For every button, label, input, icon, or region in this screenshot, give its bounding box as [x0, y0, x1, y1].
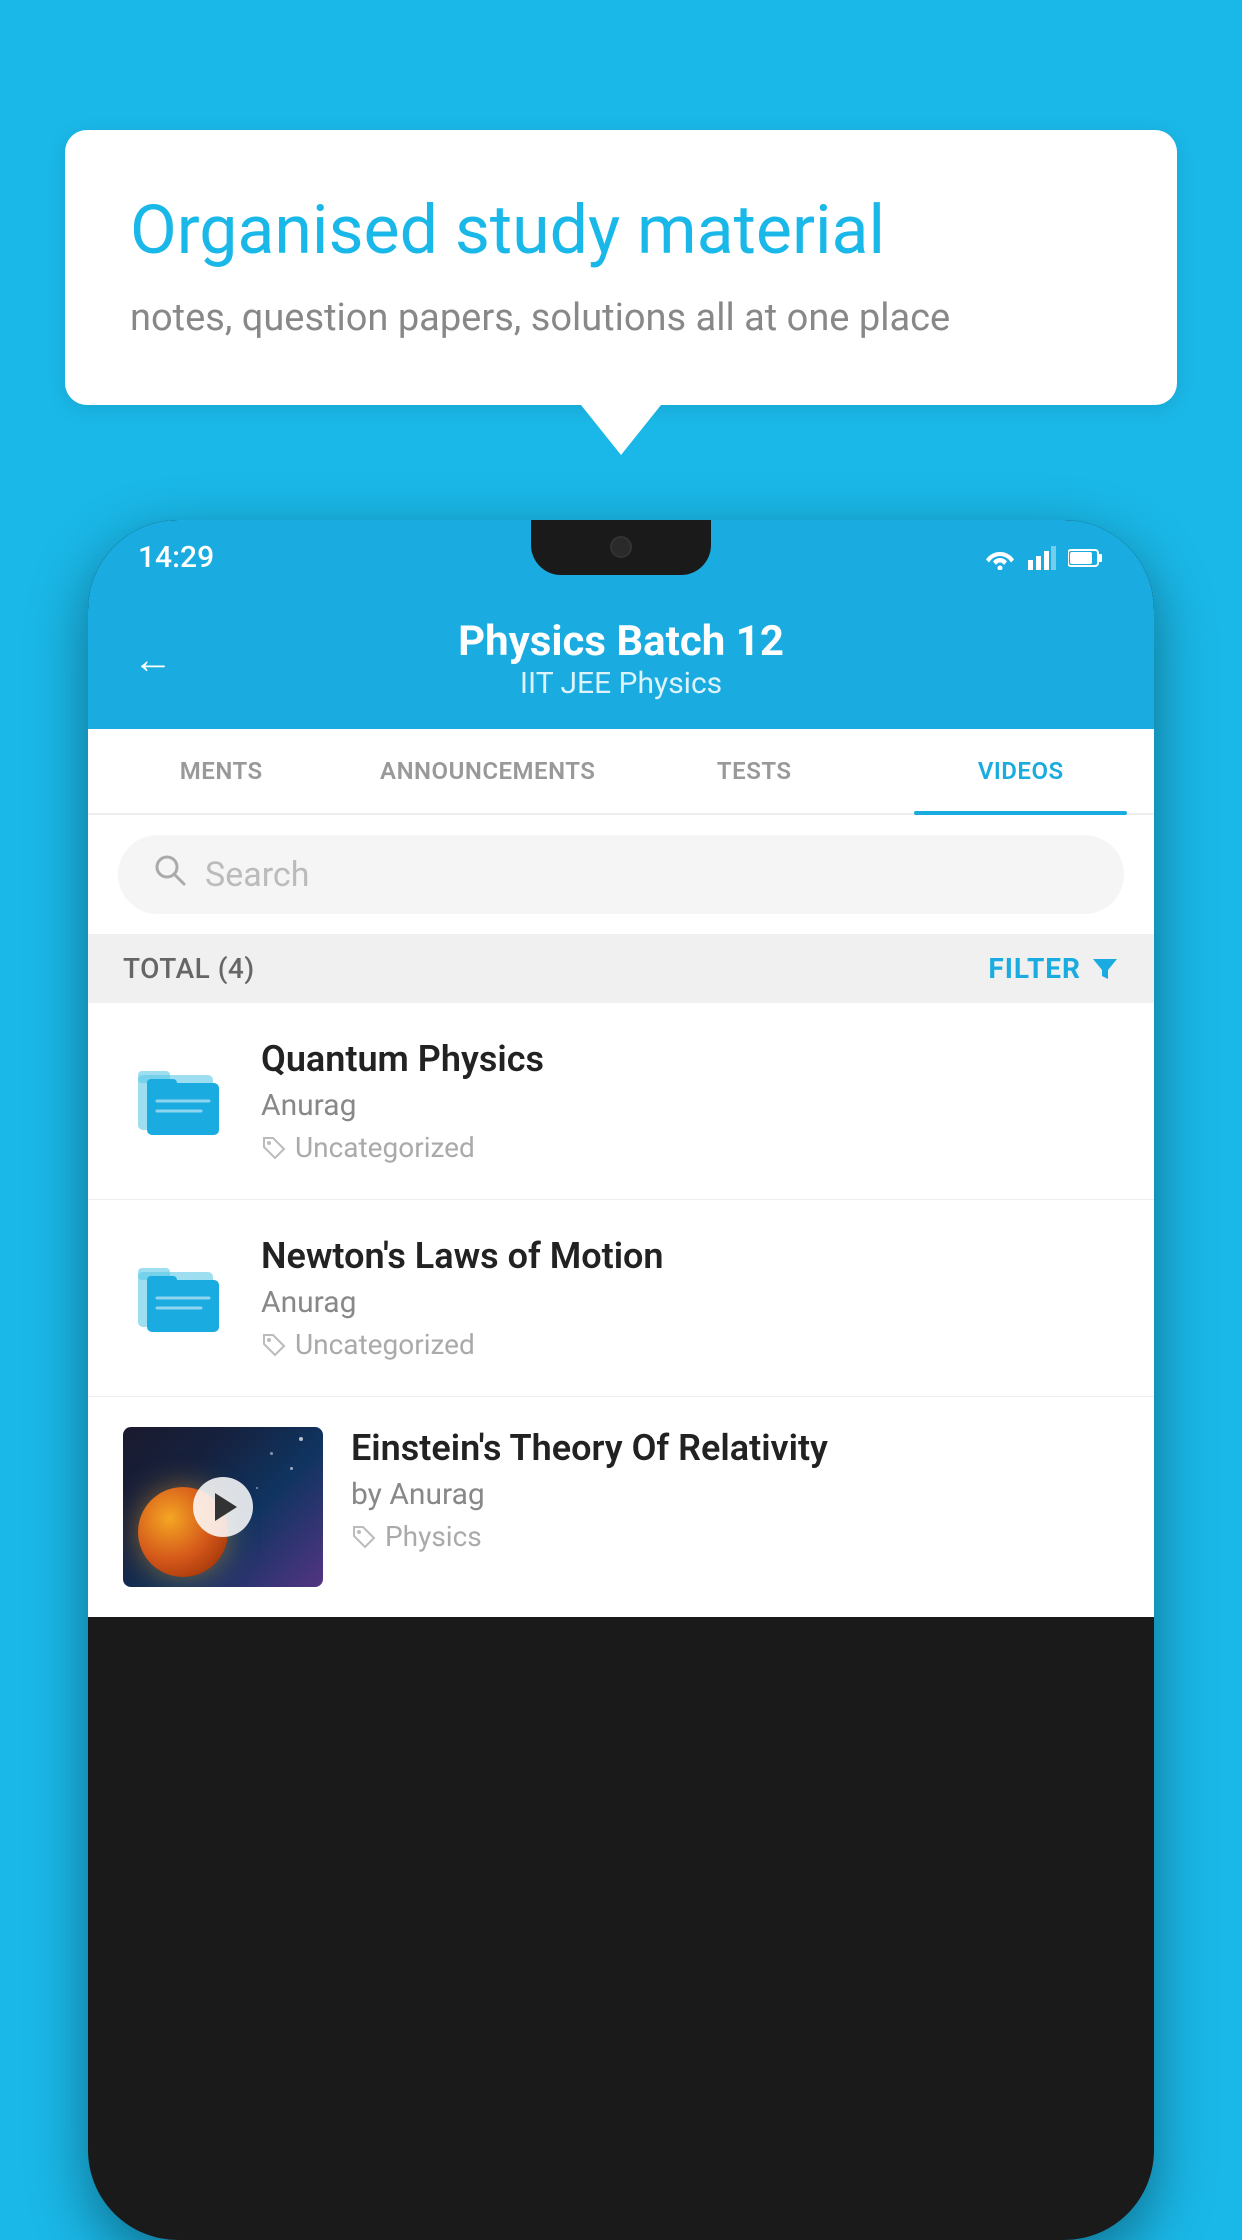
filter-button[interactable]: FILTER: [988, 952, 1119, 985]
phone-notch: [531, 520, 711, 575]
battery-icon: [1068, 548, 1104, 568]
search-input-wrap[interactable]: Search: [118, 835, 1124, 914]
folder-icon: [123, 1240, 233, 1350]
signal-icon: [1028, 546, 1056, 570]
tag-icon: [261, 1332, 287, 1358]
total-count: TOTAL (4): [123, 952, 255, 985]
filter-bar: TOTAL (4) FILTER: [88, 934, 1154, 1003]
tab-announcements[interactable]: ANNOUNCEMENTS: [355, 729, 622, 813]
tab-tests[interactable]: TESTS: [621, 729, 888, 813]
status-time: 14:29: [138, 540, 214, 575]
list-item[interactable]: Newton's Laws of Motion Anurag Uncategor…: [88, 1200, 1154, 1397]
speech-bubble-title: Organised study material: [130, 190, 1112, 272]
tab-bar: MENTS ANNOUNCEMENTS TESTS VIDEOS: [88, 729, 1154, 815]
video-info: Quantum Physics Anurag Uncategorized: [261, 1038, 1119, 1164]
speech-bubble-container: Organised study material notes, question…: [65, 130, 1177, 455]
top-bar-text: Physics Batch 12 IIT JEE Physics: [458, 617, 784, 701]
list-item[interactable]: Quantum Physics Anurag Uncategorized: [88, 1003, 1154, 1200]
tag-icon: [261, 1135, 287, 1161]
speech-bubble-subtitle: notes, question papers, solutions all at…: [130, 296, 1112, 340]
video-tag: Physics: [351, 1520, 1119, 1553]
folder-icon: [123, 1043, 233, 1153]
play-button[interactable]: [193, 1477, 253, 1537]
front-camera: [610, 536, 632, 558]
phone-frame: 14:29: [88, 520, 1154, 2240]
tag-icon: [351, 1524, 377, 1550]
tab-ments[interactable]: MENTS: [88, 729, 355, 813]
batch-title: Physics Batch 12: [458, 617, 784, 666]
video-author: Anurag: [261, 1285, 1119, 1320]
video-tag: Uncategorized: [261, 1131, 1119, 1164]
list-item[interactable]: Einstein's Theory Of Relativity by Anura…: [88, 1397, 1154, 1617]
search-icon: [153, 853, 187, 896]
video-author: by Anurag: [351, 1477, 1119, 1512]
video-tag: Uncategorized: [261, 1328, 1119, 1361]
filter-icon: [1091, 955, 1119, 983]
search-bar: Search: [88, 815, 1154, 934]
video-info: Einstein's Theory Of Relativity by Anura…: [351, 1427, 1119, 1553]
batch-subtitle: IIT JEE Physics: [520, 666, 722, 701]
status-bar: 14:29: [88, 520, 1154, 595]
speech-bubble: Organised study material notes, question…: [65, 130, 1177, 405]
speech-bubble-arrow: [581, 405, 661, 455]
wifi-icon: [984, 546, 1016, 570]
back-button[interactable]: ←: [133, 636, 173, 683]
status-icons: [984, 546, 1104, 570]
video-info: Newton's Laws of Motion Anurag Uncategor…: [261, 1235, 1119, 1361]
video-title: Newton's Laws of Motion: [261, 1235, 1119, 1277]
video-list: Quantum Physics Anurag Uncategorized: [88, 1003, 1154, 1617]
video-thumbnail: [123, 1427, 323, 1587]
play-icon: [215, 1493, 237, 1521]
video-author: Anurag: [261, 1088, 1119, 1123]
top-bar: ← Physics Batch 12 IIT JEE Physics: [88, 595, 1154, 729]
video-title: Quantum Physics: [261, 1038, 1119, 1080]
search-input[interactable]: Search: [205, 855, 309, 895]
tab-videos[interactable]: VIDEOS: [888, 729, 1155, 813]
phone-screen: 14:29: [88, 520, 1154, 2240]
video-title: Einstein's Theory Of Relativity: [351, 1427, 1119, 1469]
